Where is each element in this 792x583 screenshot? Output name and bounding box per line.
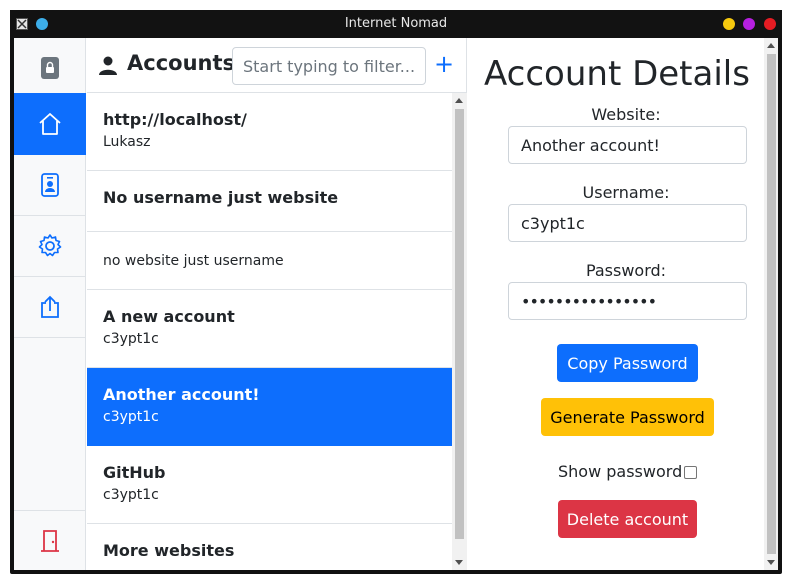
account-website: No username just website [103, 188, 339, 207]
accounts-header: Accounts + [87, 38, 467, 93]
show-password-checkbox[interactable] [684, 466, 697, 479]
account-website: http://localhost/ [103, 110, 247, 129]
page-title: Account Details [484, 54, 750, 94]
account-username: c3ypt1c [103, 409, 159, 425]
list-item-selected[interactable]: Another account! c3ypt1c [87, 368, 452, 446]
list-item[interactable]: http://localhost/ Lukasz [87, 93, 452, 171]
sidebar-item-settings[interactable] [14, 216, 86, 277]
website-field[interactable] [508, 126, 747, 164]
username-field[interactable] [508, 204, 747, 242]
accounts-scrollbar[interactable] [452, 93, 467, 570]
list-item[interactable]: GitHub c3ypt1c [87, 446, 452, 524]
generate-password-button[interactable]: Generate Password [541, 398, 714, 436]
account-username: c3ypt1c [103, 331, 159, 347]
minimize-button[interactable] [723, 18, 735, 30]
copy-password-button[interactable]: Copy Password [557, 344, 698, 382]
app-content: Accounts + http://localhost/ Lukasz No u… [14, 38, 778, 570]
account-website: Another account! [103, 385, 260, 404]
list-item[interactable]: No username just website [87, 171, 452, 232]
window-title: Internet Nomad [344, 16, 448, 31]
app-window: Internet Nomad Accounts Start typing to … [10, 10, 782, 574]
maximize-button[interactable] [743, 18, 755, 30]
delete-account-button[interactable]: Delete account [558, 500, 697, 538]
add-account-button[interactable]: + [432, 52, 456, 78]
home-icon [39, 112, 61, 135]
gear-icon [38, 234, 62, 257]
account-website: GitHub [103, 463, 166, 482]
list-item[interactable]: More websites [87, 524, 452, 570]
sidebar-item-logout[interactable] [14, 510, 86, 570]
close-button[interactable] [764, 18, 776, 30]
person-icon [99, 56, 117, 75]
sidebar-item-accounts[interactable] [14, 155, 86, 216]
upload-icon [41, 295, 59, 318]
sidebar-item-export[interactable] [14, 277, 86, 338]
scroll-down-arrow[interactable] [455, 560, 463, 565]
sidebar-item-lock[interactable] [14, 38, 86, 99]
account-username: no website just username [103, 253, 284, 269]
scroll-down-arrow[interactable] [767, 560, 775, 565]
scrollbar-thumb[interactable] [767, 54, 776, 554]
filter-input[interactable] [232, 47, 426, 85]
account-website: More websites [103, 541, 235, 560]
accounts-panel: Accounts + http://localhost/ Lukasz No u… [87, 38, 467, 570]
scroll-up-arrow[interactable] [455, 98, 463, 103]
username-label: Username: [582, 183, 670, 202]
details-scrollbar[interactable] [764, 38, 778, 570]
password-label: Password: [585, 261, 667, 280]
sidebar-nav [14, 38, 86, 570]
scroll-up-arrow[interactable] [767, 43, 775, 48]
list-item[interactable]: A new account c3ypt1c [87, 290, 452, 368]
password-field[interactable] [508, 282, 747, 320]
scrollbar-thumb[interactable] [455, 109, 464, 539]
accounts-title: Accounts [127, 51, 236, 75]
account-website: A new account [103, 307, 235, 326]
title-bar: Internet Nomad [10, 10, 782, 38]
show-password-label: Show password: [558, 462, 688, 481]
account-username: c3ypt1c [103, 487, 159, 503]
website-label: Website: [591, 105, 661, 124]
door-exit-icon [41, 529, 59, 552]
accounts-list: http://localhost/ Lukasz No username jus… [87, 93, 452, 570]
person-badge-icon [41, 173, 59, 197]
sidebar-item-home[interactable] [14, 93, 86, 155]
lock-icon [41, 57, 59, 79]
account-username: Lukasz [103, 134, 151, 150]
account-details-panel: Account Details Website: Username: Passw… [468, 38, 764, 570]
list-item[interactable]: no website just username [87, 232, 452, 290]
